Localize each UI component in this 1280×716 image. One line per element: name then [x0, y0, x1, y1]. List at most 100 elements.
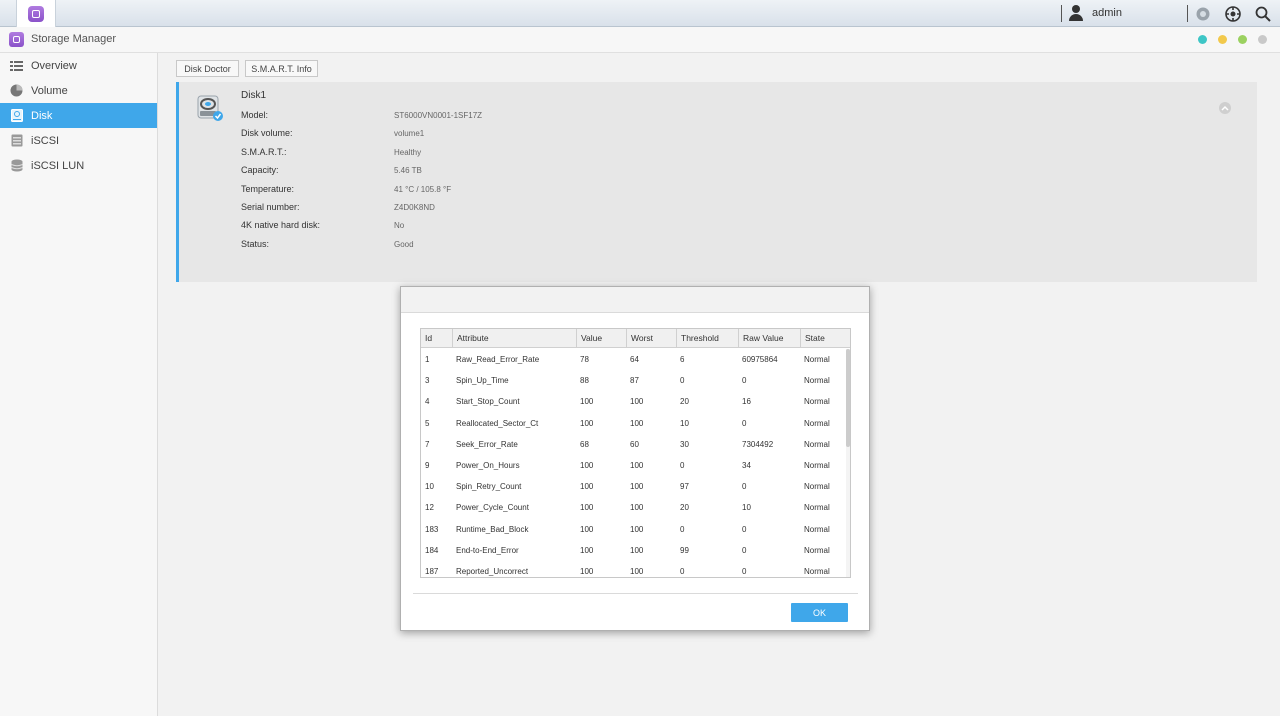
- cell-raw-value: 0: [742, 376, 747, 386]
- table-row[interactable]: 5 Reallocated_Sector_Ct 100 100 10 0 Normal: [421, 413, 846, 434]
- user-menu[interactable]: admin: [1068, 5, 1122, 21]
- sidebar-item-overview[interactable]: Overview: [0, 53, 157, 78]
- divider: [1187, 5, 1188, 22]
- notification-icon[interactable]: [1195, 6, 1211, 22]
- capacity-label: Capacity:: [241, 165, 279, 175]
- cell-state: Normal: [804, 439, 830, 449]
- sidebar-item-label: Volume: [31, 84, 68, 97]
- cell-value: 100: [580, 545, 594, 555]
- status-label: Status:: [241, 239, 270, 249]
- serial-number-value: Z4D0K8ND: [394, 203, 435, 212]
- table-row[interactable]: 184 End-to-End_Error 100 100 99 0 Normal: [421, 540, 846, 561]
- column-header-state[interactable]: State: [800, 329, 850, 348]
- table-row[interactable]: 10 Spin_Retry_Count 100 100 97 0 Normal: [421, 476, 846, 497]
- cell-threshold: 30: [680, 439, 689, 449]
- temperature-label: Temperature:: [241, 184, 295, 194]
- table-scrollbar[interactable]: [846, 349, 850, 577]
- sidebar-item-volume[interactable]: Volume: [0, 78, 157, 103]
- cell-state: Normal: [804, 567, 830, 576]
- disk-volume-label: Disk volume:: [241, 128, 293, 138]
- ok-button[interactable]: OK: [791, 603, 848, 622]
- scrollbar-thumb[interactable]: [846, 349, 850, 447]
- settings-icon[interactable]: [1225, 6, 1241, 22]
- sidebar-item-iscsi[interactable]: iSCSI: [0, 128, 157, 153]
- search-icon[interactable]: [1255, 6, 1271, 22]
- table-row[interactable]: 4 Start_Stop_Count 100 100 20 16 Normal: [421, 391, 846, 412]
- username: admin: [1092, 7, 1122, 19]
- cell-state: Normal: [804, 355, 830, 364]
- cell-id: 4: [425, 397, 430, 407]
- iscsi-icon: [10, 134, 23, 147]
- column-header-worst[interactable]: Worst: [626, 329, 676, 348]
- column-header-raw-value[interactable]: Raw Value: [738, 329, 800, 348]
- column-header-id[interactable]: Id: [421, 329, 452, 348]
- cell-raw-value: 0: [742, 545, 747, 555]
- cell-threshold: 99: [680, 545, 689, 555]
- cell-attribute: Spin_Retry_Count: [456, 482, 522, 492]
- dialog-header[interactable]: [401, 287, 869, 313]
- table-row[interactable]: 183 Runtime_Bad_Block 100 100 0 0 Normal: [421, 519, 846, 540]
- disk-doctor-button[interactable]: Disk Doctor: [176, 60, 239, 77]
- table-row[interactable]: 3 Spin_Up_Time 88 87 0 0 Normal: [421, 370, 846, 391]
- disk-volume-value: volume1: [394, 129, 425, 138]
- cell-id: 187: [425, 567, 439, 576]
- list-icon: [10, 59, 23, 72]
- cell-threshold: 10: [680, 418, 689, 428]
- smart-table: Id Attribute Value Worst Threshold Raw V…: [420, 328, 851, 578]
- cell-attribute: Reallocated_Sector_Ct: [456, 418, 539, 428]
- storage-manager-app-icon: [28, 5, 44, 22]
- table-row[interactable]: 1 Raw_Read_Error_Rate 78 64 6 60975864 Normal: [421, 349, 846, 370]
- collapse-button[interactable]: [1219, 102, 1231, 114]
- maximize-button[interactable]: [1238, 35, 1247, 44]
- cell-id: 9: [425, 461, 430, 470]
- cell-id: 183: [425, 524, 439, 534]
- cell-attribute: End-to-End_Error: [456, 545, 519, 555]
- cell-state: Normal: [804, 482, 830, 492]
- cell-value: 100: [580, 567, 594, 576]
- 4k-native-value: No: [394, 221, 405, 230]
- capacity-value: 5.46 TB: [394, 166, 422, 175]
- database-icon: [10, 159, 23, 172]
- cell-worst: 60: [630, 439, 639, 449]
- cell-attribute: Seek_Error_Rate: [456, 439, 518, 449]
- column-header-threshold[interactable]: Threshold: [676, 329, 738, 348]
- column-header-attribute[interactable]: Attribute: [452, 329, 576, 348]
- cell-raw-value: 0: [742, 567, 747, 576]
- cell-value: 88: [580, 376, 589, 386]
- cell-value: 100: [580, 418, 594, 428]
- cell-worst: 100: [630, 397, 644, 407]
- cell-attribute: Runtime_Bad_Block: [456, 524, 529, 534]
- cell-raw-value: 10: [742, 503, 751, 513]
- cell-threshold: 20: [680, 503, 689, 513]
- close-button[interactable]: [1258, 35, 1267, 44]
- sidebar-item-disk[interactable]: Disk: [0, 103, 157, 128]
- sidebar-item-iscsi-lun[interactable]: iSCSI LUN: [0, 153, 157, 178]
- cell-value: 100: [580, 503, 594, 513]
- smart-info-button[interactable]: S.M.A.R.T. Info: [245, 60, 318, 77]
- pie-icon: [10, 84, 23, 97]
- minimize-button[interactable]: [1218, 35, 1227, 44]
- cell-value: 100: [580, 461, 594, 470]
- cell-raw-value: 7304492: [742, 439, 774, 449]
- table-row[interactable]: 7 Seek_Error_Rate 68 60 30 7304492 Normal: [421, 434, 846, 455]
- disk-info-panel: Disk1 Model: ST6000VN0001-1SF17Z Disk vo…: [176, 82, 1257, 282]
- hard-disk-icon: [196, 94, 224, 122]
- status-value: Good: [394, 240, 414, 249]
- cell-state: Normal: [804, 376, 830, 386]
- taskbar-app-storage-manager[interactable]: [16, 0, 56, 27]
- window-control-cyan[interactable]: [1198, 35, 1207, 44]
- disk-icon: [10, 109, 23, 122]
- table-row[interactable]: 12 Power_Cycle_Count 100 100 20 10 Normal: [421, 497, 846, 518]
- column-header-value[interactable]: Value: [576, 329, 626, 348]
- cell-worst: 100: [630, 418, 644, 428]
- cell-worst: 100: [630, 503, 644, 513]
- cell-worst: 100: [630, 482, 644, 492]
- cell-value: 100: [580, 482, 594, 492]
- chevron-up-icon: [1221, 105, 1229, 111]
- disk-name: Disk1: [241, 90, 267, 101]
- table-row[interactable]: 9 Power_On_Hours 100 100 0 34 Normal: [421, 455, 846, 476]
- divider: [413, 593, 858, 594]
- table-row[interactable]: 187 Reported_Uncorrect 100 100 0 0 Normal: [421, 561, 846, 577]
- cell-id: 12: [425, 503, 434, 513]
- sidebar-item-label: Disk: [31, 109, 53, 122]
